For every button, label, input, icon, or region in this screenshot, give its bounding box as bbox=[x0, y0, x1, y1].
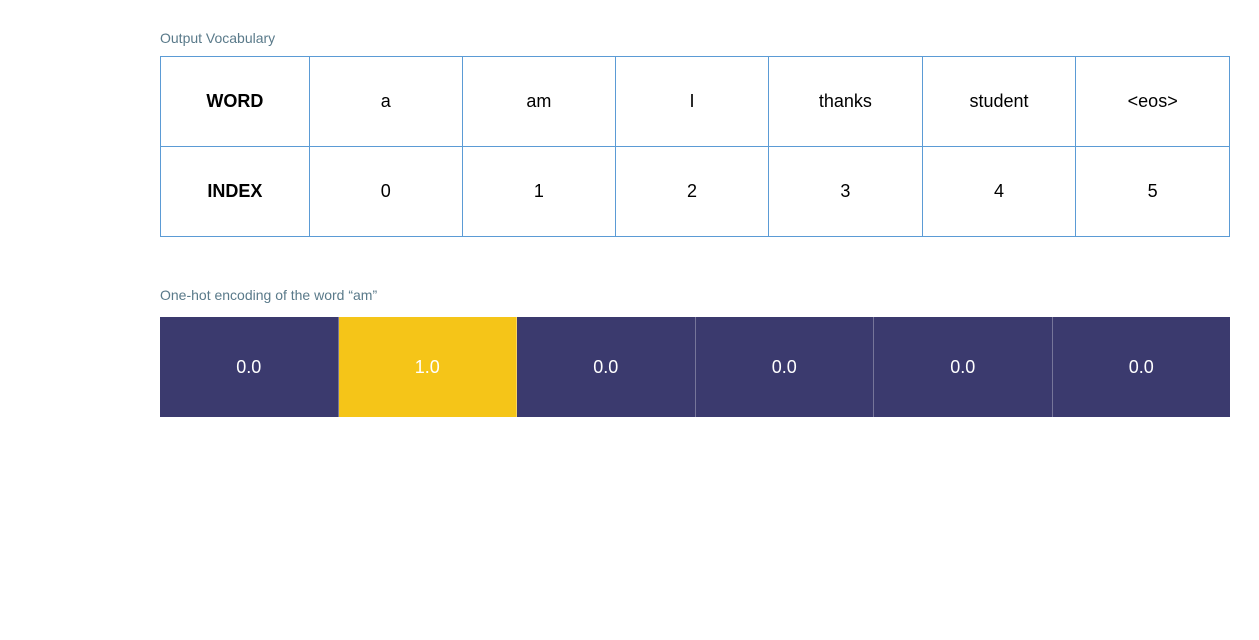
encoding-cell-5: 0.0 bbox=[1053, 317, 1231, 417]
encoding-cell-3: 0.0 bbox=[696, 317, 875, 417]
index-cell-5: 5 bbox=[1076, 147, 1230, 237]
encoding-cell-1: 1.0 bbox=[339, 317, 518, 417]
index-cell-0: 0 bbox=[309, 147, 462, 237]
word-cell-2: I bbox=[616, 57, 769, 147]
encoding-section: One-hot encoding of the word “am” 0.0 1.… bbox=[160, 287, 1259, 417]
main-container: Output Vocabulary WORD a am I thanks stu… bbox=[0, 20, 1259, 417]
index-cell-2: 2 bbox=[616, 147, 769, 237]
index-row-header: INDEX bbox=[161, 147, 310, 237]
encoding-cell-0: 0.0 bbox=[160, 317, 339, 417]
encoding-cell-4: 0.0 bbox=[874, 317, 1053, 417]
encoding-cell-2: 0.0 bbox=[517, 317, 696, 417]
index-cell-3: 3 bbox=[769, 147, 923, 237]
encoding-title: One-hot encoding of the word “am” bbox=[160, 287, 1259, 303]
word-row-header: WORD bbox=[161, 57, 310, 147]
word-cell-4: student bbox=[922, 57, 1076, 147]
vocab-title: Output Vocabulary bbox=[160, 30, 1259, 46]
vocab-section: Output Vocabulary WORD a am I thanks stu… bbox=[160, 30, 1259, 237]
index-cell-4: 4 bbox=[922, 147, 1076, 237]
index-cell-1: 1 bbox=[462, 147, 615, 237]
index-row: INDEX 0 1 2 3 4 5 bbox=[161, 147, 1230, 237]
word-cell-0: a bbox=[309, 57, 462, 147]
word-cell-1: am bbox=[462, 57, 615, 147]
encoding-bar: 0.0 1.0 0.0 0.0 0.0 0.0 bbox=[160, 317, 1230, 417]
word-cell-5: <eos> bbox=[1076, 57, 1230, 147]
vocab-table: WORD a am I thanks student <eos> INDEX 0… bbox=[160, 56, 1230, 237]
word-cell-3: thanks bbox=[769, 57, 923, 147]
word-row: WORD a am I thanks student <eos> bbox=[161, 57, 1230, 147]
